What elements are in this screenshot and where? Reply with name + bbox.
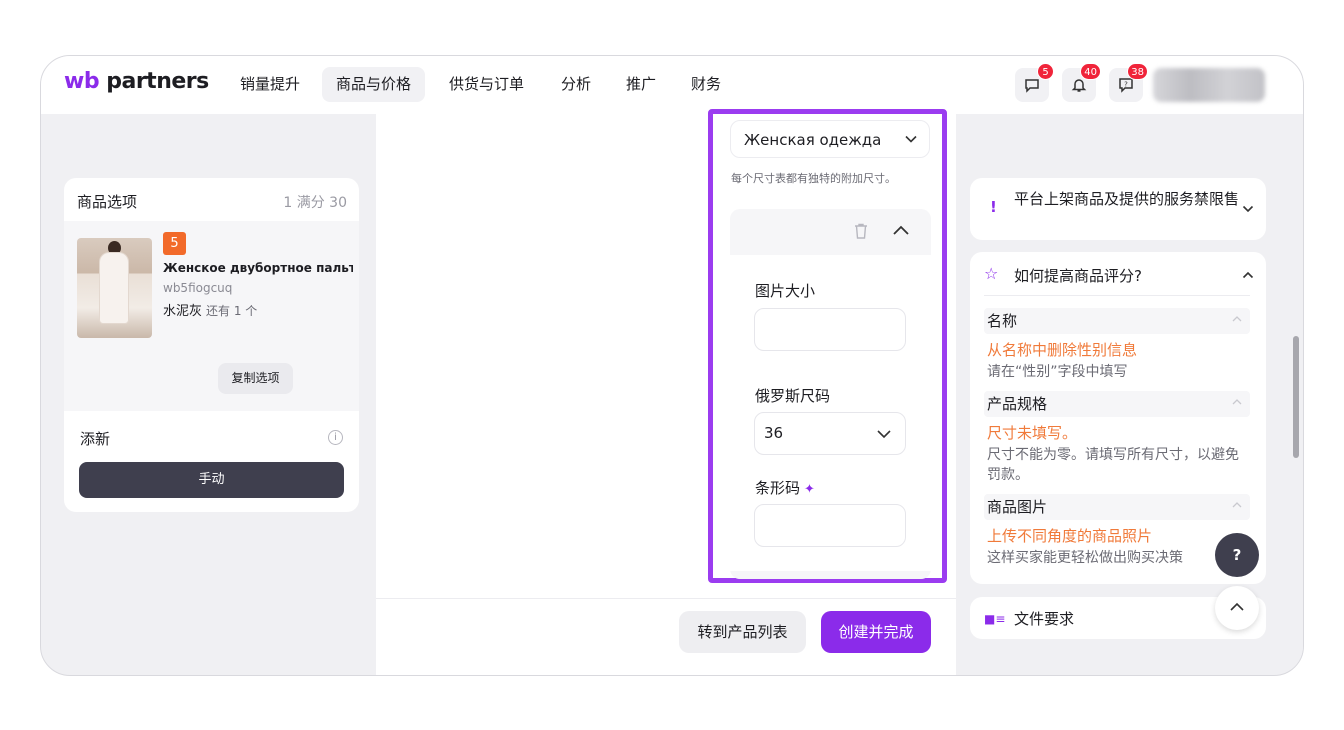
russian-size-value: 36 bbox=[764, 424, 784, 442]
tip-images-error: 上传不同角度的商品照片 bbox=[987, 527, 1153, 545]
info-icon[interactable]: i bbox=[328, 430, 343, 445]
chevron-down-icon bbox=[905, 135, 917, 143]
tip-name-desc: 请在“性别”字段中填写 bbox=[987, 364, 1128, 380]
copy-option-button[interactable]: 复制选项 bbox=[218, 363, 293, 394]
size-chart-selected-value: Женская одежда bbox=[744, 131, 882, 149]
sparkle-icon[interactable]: ✦ bbox=[804, 482, 815, 497]
notifications-button[interactable]: 40 bbox=[1062, 63, 1101, 102]
chat-button[interactable]: 5 bbox=[1015, 63, 1054, 102]
chevron-up-icon bbox=[1232, 502, 1242, 508]
product-option-item[interactable]: 5 Женское двубортное пальто... wb5fiogcu… bbox=[64, 221, 359, 411]
tip-images-desc: 这样买家能更轻松做出购买决策 bbox=[987, 550, 1183, 566]
rating-tips-card: ☆ 如何提高商品评分? 名称 从名称中删除性别信息 请在“性别”字段中填写 产品… bbox=[970, 252, 1266, 584]
product-sku: wb5fiogcuq bbox=[163, 281, 233, 295]
prohibited-goods-title: 平台上架商品及提供的服务禁限售 bbox=[1014, 190, 1240, 208]
image-size-input[interactable] bbox=[754, 308, 906, 351]
prohibited-goods-card[interactable]: ! 平台上架商品及提供的服务禁限售 bbox=[970, 178, 1266, 240]
russian-size-label: 俄罗斯尺码 bbox=[755, 387, 831, 405]
chevron-up-icon bbox=[1232, 399, 1242, 405]
tip-head-text: 产品规格 bbox=[987, 395, 1048, 413]
chevron-up-icon[interactable] bbox=[1242, 269, 1254, 281]
tip-name-header[interactable]: 名称 bbox=[984, 308, 1250, 334]
wb-partners-logo[interactable]: wb partners bbox=[64, 69, 209, 94]
file-requirements-icon: ■≡ bbox=[984, 612, 1006, 626]
options-counter: 1 满分 30 bbox=[283, 195, 347, 211]
product-name: Женское двубортное пальто... bbox=[163, 261, 353, 275]
app-window: wb partners 销量提升 商品与价格 供货与订单 分析 推广 财务 5 … bbox=[40, 55, 1304, 676]
chevron-up-icon bbox=[1232, 316, 1242, 322]
go-to-product-list-button[interactable]: 转到产品列表 bbox=[679, 611, 806, 653]
size-fields: 图片大小 俄罗斯尺码 36 条形码 ✦ bbox=[730, 255, 931, 571]
product-options-title: 商品选项 bbox=[77, 193, 138, 211]
logo-suffix: partners bbox=[99, 69, 209, 94]
size-chart-hint: 每个尺寸表都有独特的附加尺寸。 bbox=[731, 172, 896, 185]
tip-head-text: 商品图片 bbox=[987, 498, 1048, 516]
svg-text:?: ? bbox=[1124, 81, 1128, 89]
divider bbox=[984, 295, 1250, 296]
tip-head-text: 名称 bbox=[987, 312, 1018, 330]
tip-specs-header[interactable]: 产品规格 bbox=[984, 391, 1250, 417]
chevron-up-icon[interactable] bbox=[892, 223, 910, 237]
chevron-down-icon bbox=[1242, 205, 1254, 213]
create-and-finish-button[interactable]: 创建并完成 bbox=[821, 611, 931, 653]
nav-promotion[interactable]: 推广 bbox=[612, 67, 670, 102]
notifications-count-badge: 40 bbox=[1080, 63, 1101, 80]
tip-specs-desc: 尺寸不能为零。请填写所有尺寸，以避免罚款。 bbox=[987, 447, 1239, 483]
top-navigation-bar: wb partners 销量提升 商品与价格 供货与订单 分析 推广 财务 5 … bbox=[41, 56, 1303, 114]
size-chart-select[interactable]: Женская одежда bbox=[730, 120, 930, 158]
star-icon: ☆ bbox=[984, 264, 999, 283]
scrollbar-thumb[interactable] bbox=[1293, 336, 1299, 458]
nav-sales-boost[interactable]: 销量提升 bbox=[226, 67, 314, 102]
nav-analytics[interactable]: 分析 bbox=[547, 67, 605, 102]
image-size-label: 图片大小 bbox=[755, 282, 816, 300]
profile-avatar-blurred[interactable] bbox=[1153, 68, 1265, 102]
nav-finance[interactable]: 财务 bbox=[677, 67, 735, 102]
product-options-card: 商品选项 1 满分 30 5 Женское двубортное пальто… bbox=[64, 178, 359, 512]
trash-icon[interactable] bbox=[854, 223, 868, 243]
exclamation-icon: ! bbox=[990, 198, 997, 216]
add-new-label: 添新 bbox=[80, 430, 111, 448]
product-number-badge: 5 bbox=[163, 232, 186, 255]
scroll-to-top-button[interactable] bbox=[1215, 586, 1259, 630]
tip-images-header[interactable]: 商品图片 bbox=[984, 494, 1250, 520]
chevron-down-icon bbox=[877, 430, 891, 439]
barcode-label-row: 条形码 ✦ bbox=[755, 477, 815, 498]
chat-icon bbox=[1025, 79, 1039, 93]
barcode-input[interactable] bbox=[754, 504, 906, 547]
product-stock: 还有 1 个 bbox=[206, 304, 258, 318]
barcode-label: 条形码 bbox=[755, 479, 801, 497]
chevron-up-icon bbox=[1230, 602, 1244, 611]
product-color: 水泥灰 还有 1 个 bbox=[163, 300, 257, 319]
tip-specs-error: 尺寸未填写。 bbox=[987, 424, 1078, 442]
logo-prefix: wb bbox=[64, 69, 100, 94]
file-requirements-title: 文件要求 bbox=[1014, 610, 1075, 628]
product-color-name: 水泥灰 bbox=[163, 304, 203, 319]
manual-button[interactable]: 手动 bbox=[79, 462, 344, 498]
nav-supply-orders[interactable]: 供货与订单 bbox=[435, 67, 538, 102]
size-panel-highlighted: Женская одежда 每个尺寸表都有独特的附加尺寸。 图片大小 俄罗斯尺… bbox=[708, 109, 947, 583]
chat-count-badge: 5 bbox=[1037, 63, 1054, 80]
nav-products-prices[interactable]: 商品与价格 bbox=[322, 67, 426, 102]
tip-name-error: 从名称中删除性别信息 bbox=[987, 341, 1138, 359]
feedback-button[interactable]: ? 38 bbox=[1109, 63, 1148, 102]
rating-tips-title: 如何提高商品评分? bbox=[1014, 267, 1142, 285]
product-thumbnail bbox=[77, 238, 152, 338]
russian-size-select[interactable]: 36 bbox=[754, 412, 906, 455]
feedback-count-badge: 38 bbox=[1127, 63, 1148, 80]
help-button[interactable]: ? bbox=[1215, 533, 1259, 577]
size-entry-card: 图片大小 俄罗斯尺码 36 条形码 ✦ bbox=[730, 209, 931, 579]
